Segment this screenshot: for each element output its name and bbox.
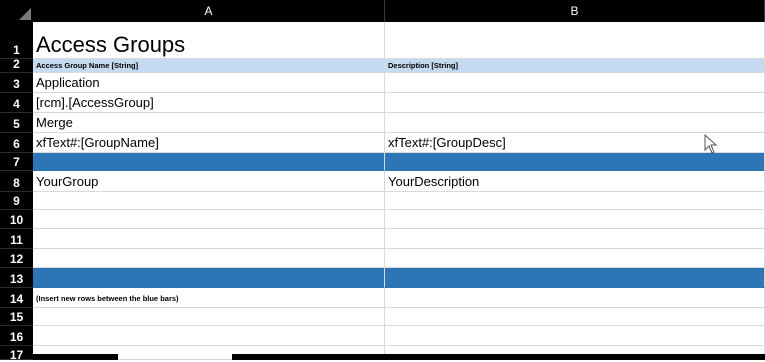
cell-b3[interactable] — [385, 73, 765, 93]
cell-b9[interactable] — [385, 192, 765, 210]
cell-b8[interactable]: YourDescription — [385, 171, 765, 192]
row-header-17[interactable]: 17 — [0, 346, 33, 362]
column-header-b[interactable]: B — [385, 0, 765, 22]
cell-b5[interactable] — [385, 113, 765, 133]
row-header-6[interactable]: 6 — [0, 133, 33, 153]
cell-a16[interactable] — [33, 326, 385, 346]
cell-a15[interactable] — [33, 308, 385, 326]
blue-bar-cell-b13[interactable] — [385, 268, 765, 288]
select-all-triangle-icon — [19, 8, 31, 20]
row-header-2[interactable]: 2 — [0, 57, 33, 73]
blue-bar-cell-a13[interactable] — [33, 268, 385, 288]
row-header-13[interactable]: 13 — [0, 268, 33, 288]
row-header-10[interactable]: 10 — [0, 210, 33, 229]
cell-b14[interactable] — [385, 288, 765, 308]
cell-b10[interactable] — [385, 210, 765, 229]
select-all-button[interactable] — [0, 0, 33, 22]
cell-b12[interactable] — [385, 249, 765, 268]
mouse-pointer-icon — [704, 134, 718, 154]
cell-b15[interactable] — [385, 308, 765, 326]
cell-a4[interactable]: [rcm].[AccessGroup] — [33, 93, 385, 113]
row-header-14[interactable]: 14 — [0, 288, 33, 308]
row-header-1[interactable]: 1 — [0, 22, 33, 59]
cell-a12[interactable] — [33, 249, 385, 268]
horizontal-scrollbar-left[interactable] — [33, 354, 118, 360]
row-header-4[interactable]: 4 — [0, 93, 33, 113]
column-header-a[interactable]: A — [33, 0, 385, 22]
cell-b16[interactable] — [385, 326, 765, 346]
spreadsheet: A B 1 Access Groups 2 Access Group Name … — [0, 0, 765, 362]
cell-a14-instruction[interactable]: (Insert new rows between the blue bars) — [33, 288, 385, 308]
cell-a6[interactable]: xfText#:[GroupName] — [33, 133, 385, 153]
cell-a1-title[interactable]: Access Groups — [33, 22, 385, 59]
row-header-16[interactable]: 16 — [0, 326, 33, 346]
row-header-9[interactable]: 9 — [0, 192, 33, 210]
cell-b1[interactable] — [385, 22, 765, 59]
cell-a3[interactable]: Application — [33, 73, 385, 93]
cell-a5[interactable]: Merge — [33, 113, 385, 133]
blue-bar-cell-a7[interactable] — [33, 153, 385, 171]
column-header-row: A B — [0, 0, 765, 22]
cell-a9[interactable] — [33, 192, 385, 210]
row-header-15[interactable]: 15 — [0, 308, 33, 326]
row-header-8[interactable]: 8 — [0, 171, 33, 192]
cell-a2-field-header[interactable]: Access Group Name [String] — [33, 59, 385, 73]
row-header-3[interactable]: 3 — [0, 73, 33, 93]
row-header-11[interactable]: 11 — [0, 229, 33, 249]
horizontal-scrollbar-right[interactable] — [232, 354, 765, 360]
cell-a8[interactable]: YourGroup — [33, 171, 385, 192]
row-header-5[interactable]: 5 — [0, 113, 33, 133]
cell-a10[interactable] — [33, 210, 385, 229]
row-header-7[interactable]: 7 — [0, 153, 33, 171]
cell-b2-field-header[interactable]: Description [String] — [385, 59, 765, 73]
cell-b11[interactable] — [385, 229, 765, 249]
row-header-12[interactable]: 12 — [0, 249, 33, 268]
cell-b4[interactable] — [385, 93, 765, 113]
cell-a11[interactable] — [33, 229, 385, 249]
